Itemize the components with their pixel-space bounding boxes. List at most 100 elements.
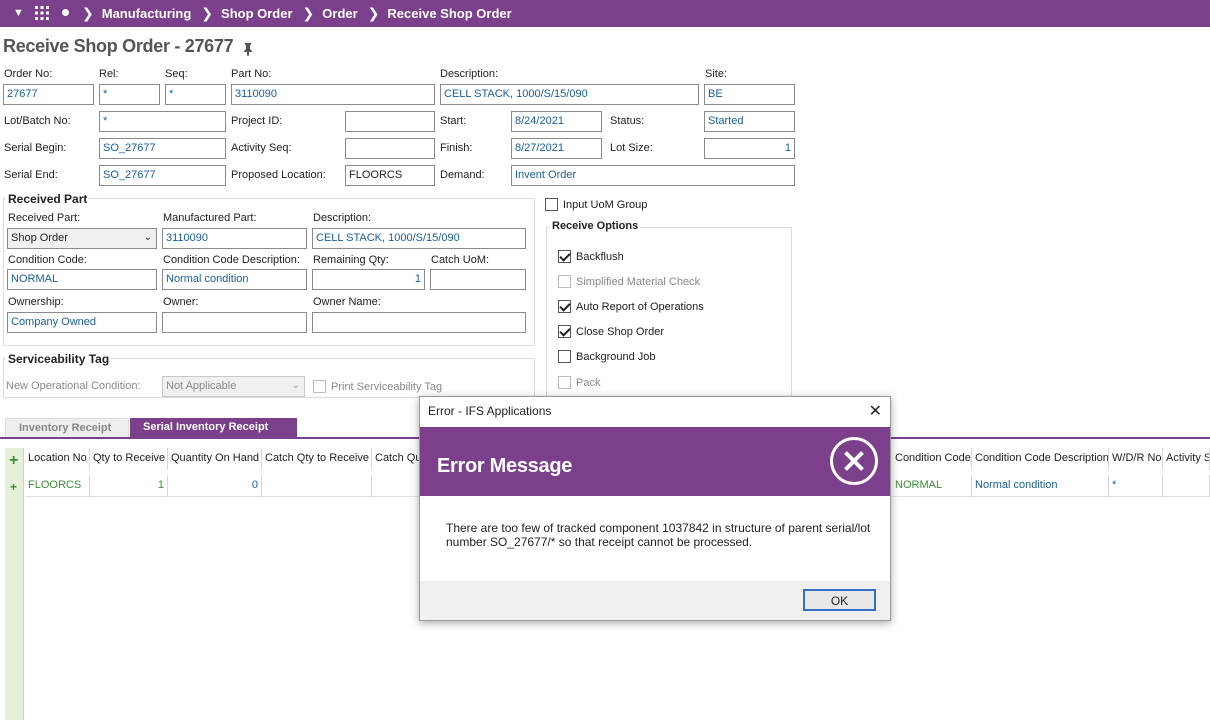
- cell-location-no[interactable]: FLOORCS: [25, 475, 90, 497]
- close-icon[interactable]: ✕: [869, 401, 882, 421]
- col-activity-s[interactable]: Activity S: [1163, 448, 1210, 470]
- col-qty-to-receive[interactable]: Qty to Receive: [90, 448, 168, 470]
- chevron-down-icon: ⌄: [291, 380, 300, 391]
- received-part-dropdown[interactable]: Shop Order ⌄: [7, 228, 157, 249]
- project-id-field[interactable]: [345, 111, 435, 132]
- lot-size-field[interactable]: 1: [704, 138, 795, 159]
- start-field[interactable]: 8/24/2021: [511, 111, 602, 132]
- cell-catch-qu[interactable]: [372, 475, 422, 497]
- input-uom-group-checkbox[interactable]: [545, 198, 558, 211]
- condition-desc-field[interactable]: Normal condition: [162, 269, 307, 290]
- chevron-right-icon: ❯: [302, 5, 315, 21]
- proposed-location-label: Proposed Location:: [231, 169, 326, 181]
- auto-report-operations-checkbox[interactable]: [558, 300, 571, 313]
- lot-batch-field[interactable]: *: [99, 111, 226, 132]
- breadcrumb-receive-shop-order[interactable]: Receive Shop Order: [387, 6, 511, 21]
- breadcrumb-shop-order[interactable]: Shop Order: [221, 6, 293, 21]
- rel-label: Rel:: [99, 68, 119, 80]
- new-op-condition-label: New Operational Condition:: [6, 380, 141, 392]
- col-catch-qu[interactable]: Catch Qu: [372, 448, 422, 470]
- chevron-right-icon: ❯: [201, 5, 214, 21]
- dialog-window-title: Error - IFS Applications: [428, 404, 552, 418]
- cell-condition-code[interactable]: NORMAL: [892, 475, 972, 497]
- dot-icon[interactable]: [62, 9, 69, 16]
- pin-icon[interactable]: [241, 40, 255, 56]
- ownership-field[interactable]: Company Owned: [7, 312, 157, 333]
- remaining-qty-label: Remaining Qty:: [313, 254, 389, 266]
- demand-field[interactable]: Invent Order: [511, 165, 795, 186]
- start-label: Start:: [440, 115, 467, 127]
- manufactured-part-field[interactable]: 3110090: [162, 228, 307, 249]
- catch-uom-label: Catch UoM:: [431, 254, 490, 266]
- owner-field[interactable]: [162, 312, 307, 333]
- col-wdr-no[interactable]: W/D/R No: [1109, 448, 1163, 470]
- col-catch-qty-to-receive[interactable]: Catch Qty to Receive: [262, 448, 372, 470]
- error-x-icon: [830, 437, 878, 485]
- site-label: Site:: [705, 68, 728, 80]
- dialog-message: There are too few of tracked component 1…: [446, 521, 871, 549]
- finish-field[interactable]: 8/27/2021: [511, 138, 602, 159]
- manufactured-part-label: Manufactured Part:: [163, 212, 257, 224]
- description-field[interactable]: CELL STACK, 1000/S/15/090: [440, 84, 699, 105]
- cell-qty-to-receive[interactable]: 1: [90, 475, 168, 497]
- status-field[interactable]: Started: [704, 111, 795, 132]
- condition-desc-label: Condition Code Description:: [163, 254, 300, 266]
- owner-name-field[interactable]: [312, 312, 526, 333]
- owner-label: Owner:: [163, 296, 199, 308]
- proposed-location-field[interactable]: FLOORCS: [345, 165, 435, 186]
- new-op-condition-value: Not Applicable: [166, 380, 237, 392]
- received-part-group-title: Received Part: [6, 192, 90, 206]
- site-field[interactable]: BE: [704, 84, 795, 105]
- breadcrumb-order[interactable]: Order: [322, 6, 357, 21]
- col-condition-code-description[interactable]: Condition Code Description: [972, 448, 1109, 470]
- backflush-checkbox[interactable]: [558, 250, 571, 263]
- apps-grid-icon[interactable]: [34, 5, 50, 21]
- part-no-field[interactable]: 3110090: [231, 84, 435, 105]
- cell-condition-code-description[interactable]: Normal condition: [972, 475, 1109, 497]
- col-location-no[interactable]: Location No: [25, 448, 90, 470]
- seq-label: Seq:: [165, 68, 188, 80]
- simplified-material-check-label: Simplified Material Check: [576, 276, 701, 288]
- condition-code-field[interactable]: NORMAL: [7, 269, 157, 290]
- col-condition-code[interactable]: Condition Code: [892, 448, 972, 470]
- chevron-down-icon: ⌄: [143, 232, 152, 243]
- breadcrumb-manufacturing[interactable]: Manufacturing: [102, 6, 192, 21]
- remaining-qty-field[interactable]: 1: [312, 269, 425, 290]
- serial-begin-field[interactable]: SO_27677: [99, 138, 226, 159]
- cell-wdr-no[interactable]: *: [1109, 475, 1163, 497]
- cell-activity-s[interactable]: [1163, 475, 1210, 497]
- auto-report-operations-label: Auto Report of Operations: [576, 301, 704, 313]
- order-no-field[interactable]: 27677: [3, 84, 94, 105]
- breadcrumb: ❯ Manufacturing ❯ Shop Order ❯ Order ❯ R…: [72, 5, 512, 22]
- serial-begin-label: Serial Begin:: [4, 142, 67, 154]
- page-title: Receive Shop Order - 27677: [3, 36, 234, 56]
- ok-button[interactable]: OK: [803, 589, 876, 611]
- caret-down-icon[interactable]: ▼: [13, 7, 24, 19]
- close-shop-order-checkbox[interactable]: [558, 325, 571, 338]
- simplified-material-check-checkbox[interactable]: [558, 275, 571, 288]
- seq-field[interactable]: *: [165, 84, 226, 105]
- print-serviceability-tag-label: Print Serviceability Tag: [331, 381, 443, 393]
- new-op-condition-dropdown[interactable]: Not Applicable ⌄: [162, 376, 305, 397]
- catch-uom-field[interactable]: [430, 269, 526, 290]
- dialog-header-band: Error Message: [420, 427, 890, 496]
- pack-checkbox[interactable]: [558, 376, 571, 389]
- rp-description-field[interactable]: CELL STACK, 1000/S/15/090: [312, 228, 526, 249]
- activity-seq-field[interactable]: [345, 138, 435, 159]
- background-job-checkbox[interactable]: [558, 350, 571, 363]
- cell-catch-qty-to-receive[interactable]: [262, 475, 372, 497]
- tab-serial-inventory-receipt[interactable]: Serial Inventory Receipt: [130, 418, 297, 438]
- dialog-heading: Error Message: [437, 455, 573, 477]
- cell-qty-on-hand[interactable]: 0: [168, 475, 262, 497]
- add-row-icon[interactable]: +: [9, 452, 18, 470]
- ownership-label: Ownership:: [8, 296, 64, 308]
- chevron-right-icon: ❯: [367, 5, 380, 21]
- finish-label: Finish:: [440, 142, 473, 154]
- tab-inventory-receipt[interactable]: Inventory Receipt: [5, 418, 129, 438]
- print-serviceability-tag-checkbox[interactable]: [313, 380, 326, 393]
- receive-options-title: Receive Options: [550, 220, 641, 232]
- serial-end-field[interactable]: SO_27677: [99, 165, 226, 186]
- col-quantity-on-hand[interactable]: Quantity On Hand: [168, 448, 262, 470]
- rel-field[interactable]: *: [99, 84, 160, 105]
- lot-batch-label: Lot/Batch No:: [4, 115, 71, 127]
